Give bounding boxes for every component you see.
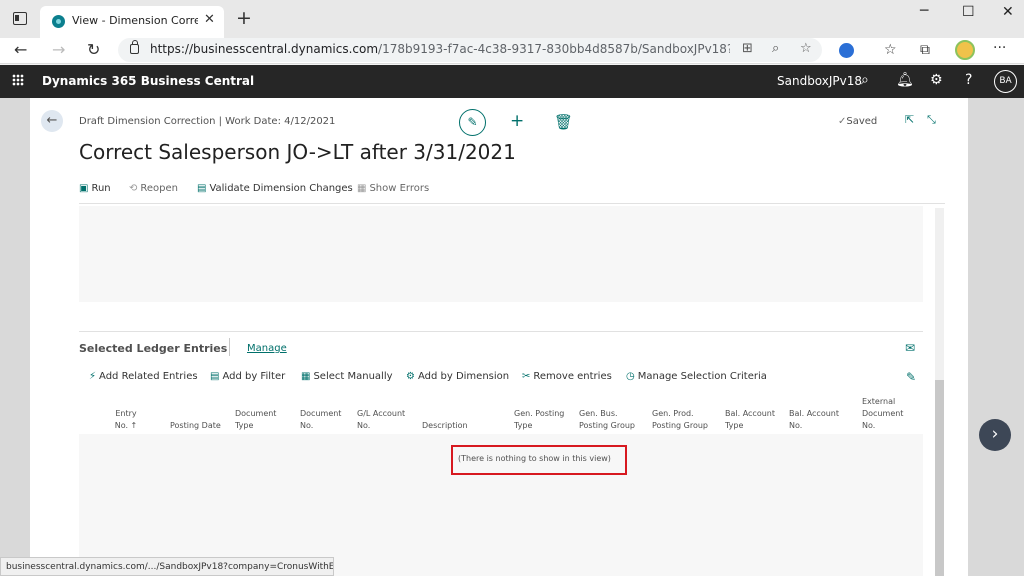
back-button[interactable]: ← [41, 110, 63, 132]
personalize-pin-icon[interactable]: ✎ [906, 370, 916, 384]
back-arrow-icon[interactable]: ← [14, 40, 27, 59]
app-title[interactable]: Dynamics 365 Business Central [42, 74, 254, 88]
run-action[interactable]: ▣ Run [79, 183, 111, 194]
add-filter-icon: ▤ [210, 371, 220, 382]
ledger-section-title: Selected Ledger Entries [79, 342, 228, 355]
more-options-icon[interactable]: ··· [993, 40, 1006, 56]
new-plus-icon[interactable]: + [510, 111, 524, 131]
ledger-grid-header: Entry No. ↑ Posting Date Document Type D… [79, 394, 923, 434]
add-related-icon: ⚡ [89, 371, 97, 382]
column-header-bal-account-no[interactable]: Bal. Account No. [789, 408, 839, 432]
forward-arrow-icon[interactable]: → [52, 40, 65, 59]
zoom-icon[interactable]: ⌕ [772, 41, 779, 56]
reopen-action[interactable]: ⟲ Reopen [129, 183, 178, 194]
extension-globe-icon[interactable] [839, 43, 854, 58]
app-available-icon[interactable]: ⊞ [742, 41, 753, 56]
page-card: ← Draft Dimension Correction | Work Date… [30, 98, 968, 576]
app-bar: Dynamics 365 Business Central SandboxJPv… [0, 65, 1024, 98]
notifications-bell-icon[interactable]: 🔔︎ [896, 72, 914, 88]
column-header-bal-account-type[interactable]: Bal. Account Type [725, 408, 775, 432]
refresh-icon[interactable]: ↻ [87, 40, 100, 59]
close-window-icon[interactable]: ✕ [1002, 4, 1014, 20]
minimize-icon[interactable]: ─ [920, 3, 928, 19]
browser-status-url: businesscentral.dynamics.com/.../Sandbox… [0, 557, 334, 576]
column-header-posting-date[interactable]: Posting Date [170, 420, 230, 432]
show-errors-icon: ▦ [357, 183, 367, 194]
run-icon: ▣ [79, 183, 89, 194]
add-by-dimension-action[interactable]: ⚙ Add by Dimension [406, 371, 509, 382]
page-title: Correct Salesperson JO->LT after 3/31/20… [79, 140, 516, 164]
share-icon[interactable]: ✉ [905, 341, 915, 355]
remove-entries-icon: ✂ [522, 371, 531, 382]
column-header-external-document-no[interactable]: External Document No. [862, 396, 910, 432]
edit-pencil-icon[interactable]: ✎ [459, 109, 486, 136]
help-icon[interactable]: ? [965, 72, 972, 88]
browser-tab-bar: View - Dimension Corrections - D ✕ + ─ ☐… [0, 0, 1024, 38]
delete-trash-icon[interactable]: 🗑︎ [554, 113, 573, 131]
new-tab-button[interactable]: + [236, 7, 252, 29]
maximize-icon[interactable]: ☐ [962, 4, 975, 20]
column-header-gen-prod-posting-group[interactable]: Gen. Prod. Posting Group [652, 408, 712, 432]
address-bar[interactable]: https://businesscentral.dynamics.com/178… [118, 38, 822, 62]
add-by-filter-action[interactable]: ▤ Add by Filter [210, 371, 285, 382]
chevron-right-icon[interactable]: › [979, 419, 1011, 451]
add-dimension-icon: ⚙ [406, 371, 415, 382]
section-divider [79, 331, 923, 332]
tab-close-icon[interactable]: ✕ [204, 12, 215, 27]
ledger-action-bar: ⚡ Add Related Entries ▤ Add by Filter ▦ Sel… [79, 370, 923, 388]
collapse-icon[interactable]: ⤡ [927, 113, 936, 127]
remove-entries-action[interactable]: ✂ Remove entries [522, 371, 612, 382]
select-manually-icon: ▦ [301, 371, 311, 382]
add-related-entries-action[interactable]: ⚡ Add Related Entries [89, 371, 198, 382]
section-separator [229, 338, 230, 356]
scrollbar-thumb[interactable] [935, 380, 944, 576]
action-bar: ▣ Run ⟲ Reopen ▤ Validate Dimension Changes… [79, 182, 945, 204]
validate-icon: ▤ [197, 183, 207, 194]
workspace: ← Draft Dimension Correction | Work Date… [0, 98, 1024, 576]
manage-link[interactable]: Manage [247, 343, 287, 354]
select-manually-action[interactable]: ▦ Select Manually [301, 371, 393, 382]
app-launcher-icon[interactable] [12, 74, 24, 86]
user-avatar[interactable]: BA [994, 70, 1017, 93]
tab-title: View - Dimension Corrections - D [72, 14, 198, 27]
window-menu-icon[interactable] [13, 12, 27, 25]
manage-criteria-icon: ◷ [626, 371, 635, 382]
column-header-gen-posting-type[interactable]: Gen. Posting Type [514, 408, 570, 432]
browser-toolbar: ← → ↻ https://businesscentral.dynamics.c… [0, 38, 1024, 64]
saved-status: ✓Saved [838, 116, 878, 127]
column-header-document-no[interactable]: Document No. [300, 408, 344, 432]
validate-dimension-changes-action[interactable]: ▤ Validate Dimension Changes [197, 183, 353, 194]
show-errors-action[interactable]: ▦ Show Errors [357, 183, 429, 194]
lock-icon[interactable] [130, 40, 139, 54]
favorite-star-icon[interactable]: ☆ [800, 41, 812, 56]
favorites-icon[interactable]: ☆ [884, 42, 897, 58]
collections-icon[interactable]: ⧉ [920, 42, 930, 58]
browser-profile-avatar[interactable] [955, 40, 975, 60]
dimension-changes-panel [79, 206, 923, 302]
column-header-description[interactable]: Description [422, 420, 478, 432]
search-icon[interactable]: ⌕ [861, 72, 869, 88]
column-header-entry-no[interactable]: Entry No. ↑ [111, 408, 141, 432]
reopen-icon: ⟲ [129, 183, 138, 194]
column-header-gen-bus-posting-group[interactable]: Gen. Bus. Posting Group [579, 408, 639, 432]
column-header-gl-account-no[interactable]: G/L Account No. [357, 408, 409, 432]
browser-tab-active[interactable]: View - Dimension Corrections - D ✕ [40, 6, 224, 38]
settings-gear-icon[interactable]: ⚙ [930, 72, 943, 88]
column-header-document-type[interactable]: Document Type [235, 408, 283, 432]
manage-selection-criteria-action[interactable]: ◷ Manage Selection Criteria [626, 371, 767, 382]
open-new-window-icon[interactable]: ⇱ [905, 113, 914, 126]
company-name[interactable]: SandboxJPv18 [777, 74, 862, 88]
url-text[interactable]: https://businesscentral.dynamics.com/178… [150, 42, 730, 56]
business-central-favicon-icon [52, 15, 65, 28]
breadcrumb: Draft Dimension Correction | Work Date: … [79, 116, 336, 127]
highlight-box [451, 445, 627, 475]
